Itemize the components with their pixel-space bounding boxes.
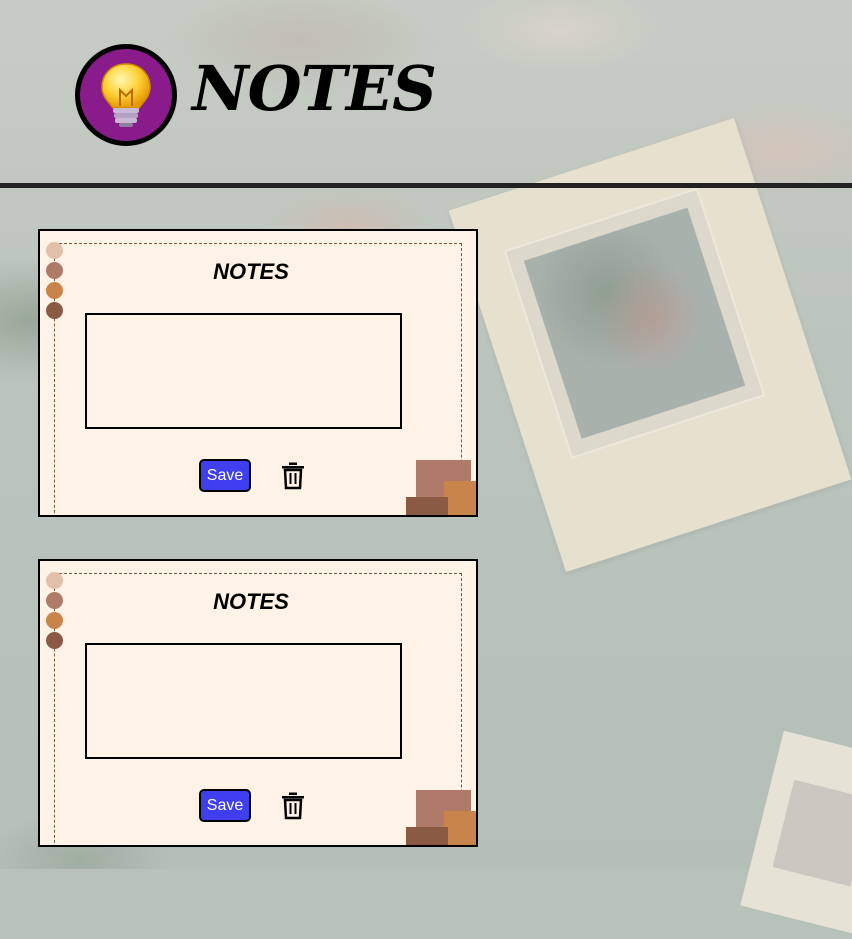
header-divider — [0, 183, 852, 188]
app-header: NOTES — [0, 0, 852, 184]
note-card: NOTES Save — [38, 229, 478, 517]
note-card: NOTES Save — [38, 559, 478, 847]
corner-decoration — [444, 481, 476, 515]
save-button[interactable]: Save — [199, 459, 251, 492]
note-title: NOTES — [213, 589, 289, 614]
note-textarea[interactable] — [85, 313, 402, 429]
note-textarea[interactable] — [85, 643, 402, 759]
corner-decoration — [406, 827, 448, 845]
app-title: NOTES — [192, 52, 437, 125]
color-dot[interactable] — [46, 302, 63, 319]
lightbulb-icon — [101, 63, 151, 127]
trash-icon — [282, 792, 304, 820]
trash-icon — [282, 462, 304, 490]
note-title: NOTES — [213, 259, 289, 284]
corner-decoration — [444, 811, 476, 845]
delete-button[interactable] — [280, 791, 306, 821]
delete-button[interactable] — [280, 461, 306, 491]
color-dot[interactable] — [46, 572, 63, 589]
logo — [75, 44, 177, 146]
color-dot[interactable] — [46, 632, 63, 649]
corner-decoration — [406, 497, 448, 515]
color-dot[interactable] — [46, 242, 63, 259]
save-button[interactable]: Save — [199, 789, 251, 822]
